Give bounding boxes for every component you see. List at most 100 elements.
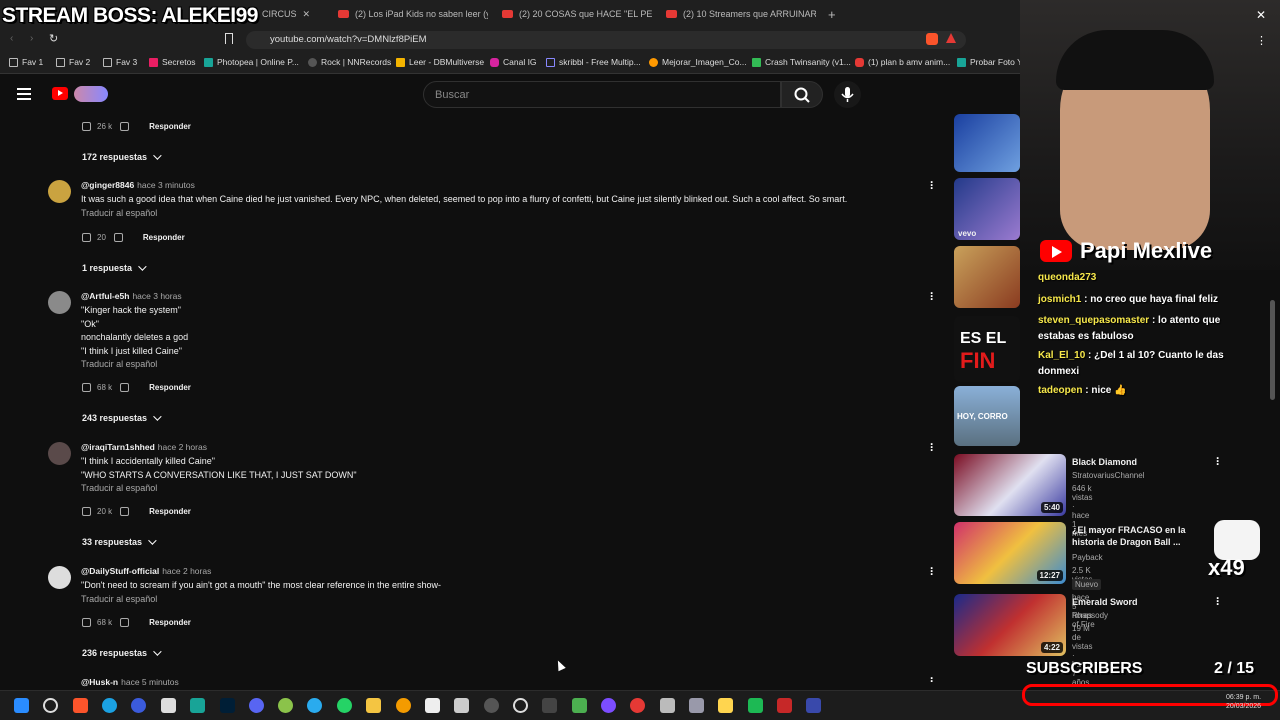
- avatar[interactable]: [48, 180, 71, 203]
- video-thumbnail[interactable]: HOY, CORRO: [954, 386, 1020, 446]
- dislike-icon[interactable]: [120, 122, 130, 131]
- channel-name[interactable]: Payback: [1072, 553, 1103, 562]
- dislike-icon[interactable]: [120, 507, 130, 516]
- replies-toggle[interactable]: 1 respuesta: [82, 263, 144, 273]
- search-input[interactable]: Buscar: [423, 81, 781, 108]
- app-icon[interactable]: [630, 698, 645, 713]
- photopea-icon[interactable]: [190, 698, 205, 713]
- like-icon[interactable]: [82, 618, 91, 627]
- more-options-icon[interactable]: · · ·: [1216, 452, 1220, 470]
- video-thumbnail[interactable]: 5:40: [954, 454, 1066, 516]
- video-title[interactable]: Black Diamond: [1072, 456, 1202, 468]
- brave-rewards-icon[interactable]: [946, 33, 956, 43]
- more-options-icon[interactable]: · · ·: [930, 176, 934, 194]
- whatsapp-icon[interactable]: [337, 698, 352, 713]
- bookmark-item[interactable]: skribbl - Free Multip...: [546, 57, 641, 67]
- video-thumbnail[interactable]: 4:22: [954, 594, 1066, 656]
- app-icon[interactable]: [748, 698, 763, 713]
- tab-20-cosas[interactable]: (2) 20 COSAS que HACE "EL PERSONA: [502, 4, 652, 24]
- app-icon[interactable]: [454, 698, 469, 713]
- bookmark-page-icon[interactable]: [225, 33, 233, 44]
- obs-icon[interactable]: [601, 698, 616, 713]
- video-thumbnail[interactable]: vevo: [954, 178, 1020, 240]
- edge-icon[interactable]: [102, 698, 117, 713]
- dislike-icon[interactable]: [120, 618, 130, 627]
- like-icon[interactable]: [82, 233, 91, 242]
- like-icon[interactable]: [82, 383, 91, 392]
- channel-name[interactable]: StratovariusChannel: [1072, 471, 1144, 480]
- app-icon[interactable]: [542, 698, 557, 713]
- voice-search-button[interactable]: [834, 81, 861, 108]
- sticky-notes-icon[interactable]: [718, 698, 733, 713]
- translate-link[interactable]: Traducir al español: [81, 207, 847, 221]
- app-icon[interactable]: [425, 698, 440, 713]
- windows-start-icon[interactable]: [14, 698, 29, 713]
- telegram-icon[interactable]: [307, 698, 322, 713]
- search-button[interactable]: [781, 81, 823, 108]
- comment-author[interactable]: @Husk-n hace 5 minutos: [81, 677, 179, 687]
- system-clock[interactable]: 06:39 p. m. 20/03/2026: [1226, 693, 1261, 711]
- scrollbar[interactable]: [1270, 300, 1275, 400]
- like-icon[interactable]: [82, 507, 91, 516]
- app-icon[interactable]: [484, 698, 499, 713]
- tab-10-streamers[interactable]: (2) 10 Streamers que ARRUINARON: [666, 4, 816, 24]
- bookmark-item[interactable]: Probar Foto Y: [957, 57, 1023, 67]
- bookmark-item[interactable]: Fav 3: [103, 57, 137, 67]
- app-icon[interactable]: [396, 698, 411, 713]
- more-options-icon[interactable]: · · ·: [930, 287, 934, 305]
- avatar[interactable]: [48, 291, 71, 314]
- avatar[interactable]: [48, 566, 71, 589]
- bookmark-item[interactable]: Mejorar_Imagen_Co...: [649, 57, 747, 67]
- window-menu-icon[interactable]: ⋮: [1256, 34, 1267, 47]
- app-icon[interactable]: [689, 698, 704, 713]
- reply-button[interactable]: Responder: [149, 383, 191, 392]
- reply-button[interactable]: Responder: [149, 507, 191, 516]
- comment-author[interactable]: @DailyStuff-official hace 2 horas: [81, 566, 211, 576]
- dislike-icon[interactable]: [120, 383, 130, 392]
- new-tab-icon[interactable]: +: [828, 4, 840, 24]
- app-icon[interactable]: [131, 698, 146, 713]
- app-icon[interactable]: [278, 698, 293, 713]
- app-icon[interactable]: [777, 698, 792, 713]
- video-thumbnail[interactable]: ES EL FIN: [954, 316, 1020, 382]
- file-explorer-icon[interactable]: [366, 698, 381, 713]
- bookmark-item[interactable]: Canal IG: [490, 57, 537, 67]
- search-icon[interactable]: [43, 698, 58, 713]
- comment-author[interactable]: @ginger8846 hace 3 minutos: [81, 180, 195, 190]
- app-icon[interactable]: [806, 698, 821, 713]
- translate-link[interactable]: Traducir al español: [81, 593, 441, 607]
- more-options-icon[interactable]: · ·: [930, 672, 934, 687]
- translate-link[interactable]: Traducir al español: [81, 358, 188, 372]
- replies-toggle[interactable]: 33 respuestas: [82, 537, 154, 547]
- brave-shield-icon[interactable]: [926, 33, 938, 45]
- youtube-doodle-logo[interactable]: [74, 86, 108, 102]
- more-options-icon[interactable]: · · ·: [930, 562, 934, 580]
- comment-author[interactable]: @Artful-e5h hace 3 horas: [81, 291, 182, 301]
- app-icon[interactable]: [572, 698, 587, 713]
- bookmark-item[interactable]: Fav 2: [56, 57, 90, 67]
- video-thumbnail[interactable]: [954, 246, 1020, 308]
- like-icon[interactable]: [82, 122, 91, 131]
- url-field[interactable]: youtube.com/watch?v=DMNlzf8PiEM: [246, 31, 966, 49]
- discord-icon[interactable]: [249, 698, 264, 713]
- youtube-logo[interactable]: [52, 87, 68, 100]
- photoshop-icon[interactable]: [220, 698, 235, 713]
- bookmark-item[interactable]: Photopea | Online P...: [204, 57, 299, 67]
- translate-link[interactable]: Traducir al español: [81, 482, 357, 496]
- more-options-icon[interactable]: · · ·: [1216, 592, 1220, 610]
- video-thumbnail[interactable]: [954, 114, 1020, 172]
- replies-toggle[interactable]: 236 respuestas: [82, 648, 159, 658]
- reply-button[interactable]: Responder: [143, 233, 185, 242]
- comment-author[interactable]: @iraqiTarn1shhed hace 2 horas: [81, 442, 207, 452]
- close-window-icon[interactable]: ✕: [1256, 8, 1266, 22]
- replies-toggle[interactable]: 243 respuestas: [82, 413, 159, 423]
- tab-ipad-kids[interactable]: (2) Los iPad Kids no saben leer (y nad: [338, 4, 488, 24]
- avatar[interactable]: [48, 442, 71, 465]
- bookmark-item[interactable]: Leer - DBMultiverse: [396, 57, 484, 67]
- app-icon[interactable]: [161, 698, 176, 713]
- hamburger-menu-icon[interactable]: [17, 88, 31, 100]
- app-icon[interactable]: [660, 698, 675, 713]
- brave-icon[interactable]: [73, 698, 88, 713]
- dislike-icon[interactable]: [113, 233, 123, 242]
- bookmark-item[interactable]: Fav 1: [9, 57, 43, 67]
